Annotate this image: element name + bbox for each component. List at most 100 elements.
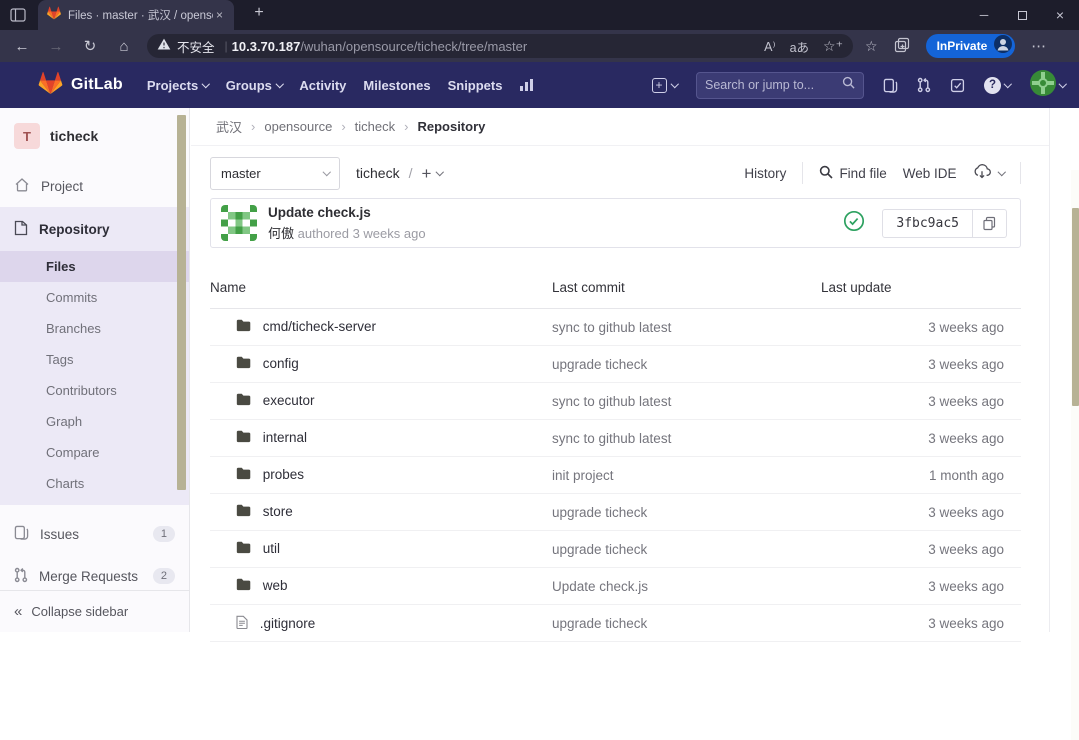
add-favorite-icon[interactable]: ☆⁺ <box>823 38 843 55</box>
commit-sha[interactable]: 3fbc9ac5 <box>882 209 973 238</box>
sidebar-item-files[interactable]: Files <box>0 251 189 282</box>
file-name-link[interactable]: internal <box>263 430 307 445</box>
browser-menu-icon[interactable]: ⋯ <box>1031 37 1046 55</box>
sidebar-item-commits[interactable]: Commits <box>0 282 189 313</box>
breadcrumb-group[interactable]: 武汉 <box>216 117 242 136</box>
file-name-link[interactable]: util <box>263 541 280 556</box>
commit-message-link[interactable]: sync to github latest <box>552 394 671 409</box>
gitlab-brand[interactable]: GitLab <box>38 71 123 100</box>
new-dropdown[interactable]: + <box>652 78 678 93</box>
mr-count-badge: 2 <box>153 568 175 584</box>
file-name-link[interactable]: cmd/ticheck-server <box>263 319 376 334</box>
add-file-dropdown[interactable]: + <box>421 165 442 182</box>
global-search[interactable] <box>696 72 864 99</box>
sidebar-item-branches[interactable]: Branches <box>0 313 189 344</box>
path-root-link[interactable]: ticheck <box>356 165 400 181</box>
web-ide-button[interactable]: Web IDE <box>903 166 957 181</box>
minimize-icon[interactable]: ─ <box>965 0 1003 30</box>
table-row: util upgrade ticheck 3 weeks ago <box>210 531 1021 568</box>
table-row: .gitignore upgrade ticheck 3 weeks ago <box>210 605 1021 642</box>
menu-activity[interactable]: Activity <box>299 78 346 93</box>
home-icon[interactable]: ⌂ <box>107 38 141 55</box>
browser-tab[interactable]: Files · master · 武汉 / opensourc × <box>38 0 234 30</box>
commit-meta: 何傲 authored 3 weeks ago <box>268 223 426 242</box>
sidebar-project-header[interactable]: T ticheck <box>0 108 189 165</box>
new-tab-button[interactable]: + <box>248 4 270 22</box>
translate-icon[interactable]: aあ <box>790 37 809 56</box>
url-field[interactable]: 不安全 | 10.3.70.187/wuhan/opensource/tiche… <box>147 34 853 58</box>
commit-message-link[interactable]: upgrade ticheck <box>552 505 647 520</box>
file-name-link[interactable]: store <box>263 504 293 519</box>
file-name-link[interactable]: .gitignore <box>260 616 316 631</box>
file-name-link[interactable]: executor <box>263 393 315 408</box>
commit-message-link[interactable]: upgrade ticheck <box>552 616 647 631</box>
copy-sha-button[interactable] <box>973 209 1007 238</box>
help-menu[interactable]: ? <box>984 77 1011 94</box>
last-update: 3 weeks ago <box>928 320 1004 335</box>
table-row: web Update check.js 3 weeks ago <box>210 568 1021 605</box>
sidebar-item-graph[interactable]: Graph <box>0 406 189 437</box>
issues-nav-icon[interactable] <box>883 78 898 93</box>
read-aloud-icon[interactable]: A⁾ <box>764 39 775 54</box>
commit-message-link[interactable]: upgrade ticheck <box>552 357 647 372</box>
merge-requests-nav-icon[interactable] <box>917 77 931 93</box>
sidebar-item-tags[interactable]: Tags <box>0 344 189 375</box>
tab-close-icon[interactable]: × <box>213 8 226 22</box>
page-scrollbar[interactable] <box>1071 170 1079 740</box>
history-button[interactable]: History <box>744 166 786 181</box>
security-chip[interactable]: 不安全 | <box>157 37 232 56</box>
file-name-link[interactable]: config <box>263 356 299 371</box>
todos-icon[interactable] <box>950 78 965 93</box>
add-icon: + <box>421 165 431 182</box>
collections-icon[interactable] <box>894 37 910 56</box>
find-file-button[interactable]: Find file <box>819 165 886 182</box>
sidebar-item-compare[interactable]: Compare <box>0 437 189 468</box>
user-menu[interactable] <box>1030 70 1066 101</box>
pipeline-status-icon[interactable] <box>843 210 865 237</box>
search-icon <box>842 76 855 94</box>
sidebar-item-issues[interactable]: Issues 1 <box>0 513 189 555</box>
sidebar-item-project[interactable]: Project <box>0 165 189 207</box>
menu-snippets[interactable]: Snippets <box>448 78 503 93</box>
commit-message-link[interactable]: sync to github latest <box>552 431 671 446</box>
commit-message-link[interactable]: upgrade ticheck <box>552 542 647 557</box>
gitlab-navbar-right: + ? <box>652 70 1066 101</box>
close-window-icon[interactable]: × <box>1041 0 1079 30</box>
commit-message-link[interactable]: Update check.js <box>552 579 648 594</box>
commit-message-link[interactable]: sync to github latest <box>552 320 671 335</box>
sidebar-item-repository[interactable]: Repository <box>0 207 189 251</box>
menu-projects[interactable]: Projects <box>147 78 209 93</box>
stats-chart-icon[interactable] <box>519 78 535 92</box>
sidebar-scrollbar[interactable] <box>177 115 186 490</box>
browser-address-bar: ← → ↻ ⌂ 不安全 | 10.3.70.187/wuhan/opensour… <box>0 30 1079 62</box>
last-update: 3 weeks ago <box>928 579 1004 594</box>
commit-message-link[interactable]: init project <box>552 468 614 483</box>
sidebar-item-charts[interactable]: Charts <box>0 468 189 499</box>
maximize-icon[interactable] <box>1003 0 1041 30</box>
table-row: internal sync to github latest 3 weeks a… <box>210 420 1021 457</box>
last-commit-panel: Update check.js 何傲 authored 3 weeks ago … <box>210 198 1021 248</box>
tab-actions-icon[interactable] <box>10 8 26 22</box>
breadcrumb-subgroup[interactable]: opensource <box>264 119 332 134</box>
commit-title-link[interactable]: Update check.js <box>268 205 426 220</box>
sidebar-item-contributors[interactable]: Contributors <box>0 375 189 406</box>
commit-author-avatar[interactable] <box>221 205 257 241</box>
inprivate-badge[interactable]: InPrivate <box>926 34 1016 58</box>
commit-author-link[interactable]: 何傲 <box>268 226 294 241</box>
project-sidebar: T ticheck Project Repository Files Commi… <box>0 108 190 632</box>
file-name-link[interactable]: probes <box>263 467 304 482</box>
collapse-sidebar-button[interactable]: « Collapse sidebar <box>0 590 189 632</box>
refresh-icon[interactable]: ↻ <box>73 37 107 55</box>
last-update: 1 month ago <box>929 468 1004 483</box>
page-scrollbar-thumb[interactable] <box>1072 208 1079 406</box>
menu-groups[interactable]: Groups <box>226 78 283 93</box>
favorites-icon[interactable]: ☆ <box>865 38 878 55</box>
back-icon[interactable]: ← <box>5 38 39 55</box>
search-input[interactable] <box>705 78 842 92</box>
branch-selector[interactable]: master <box>210 157 340 190</box>
download-source-dropdown[interactable] <box>973 164 1005 183</box>
menu-milestones[interactable]: Milestones <box>363 78 430 93</box>
file-name-link[interactable]: web <box>263 578 288 593</box>
breadcrumb-project[interactable]: ticheck <box>355 119 395 134</box>
last-update: 3 weeks ago <box>928 616 1004 631</box>
